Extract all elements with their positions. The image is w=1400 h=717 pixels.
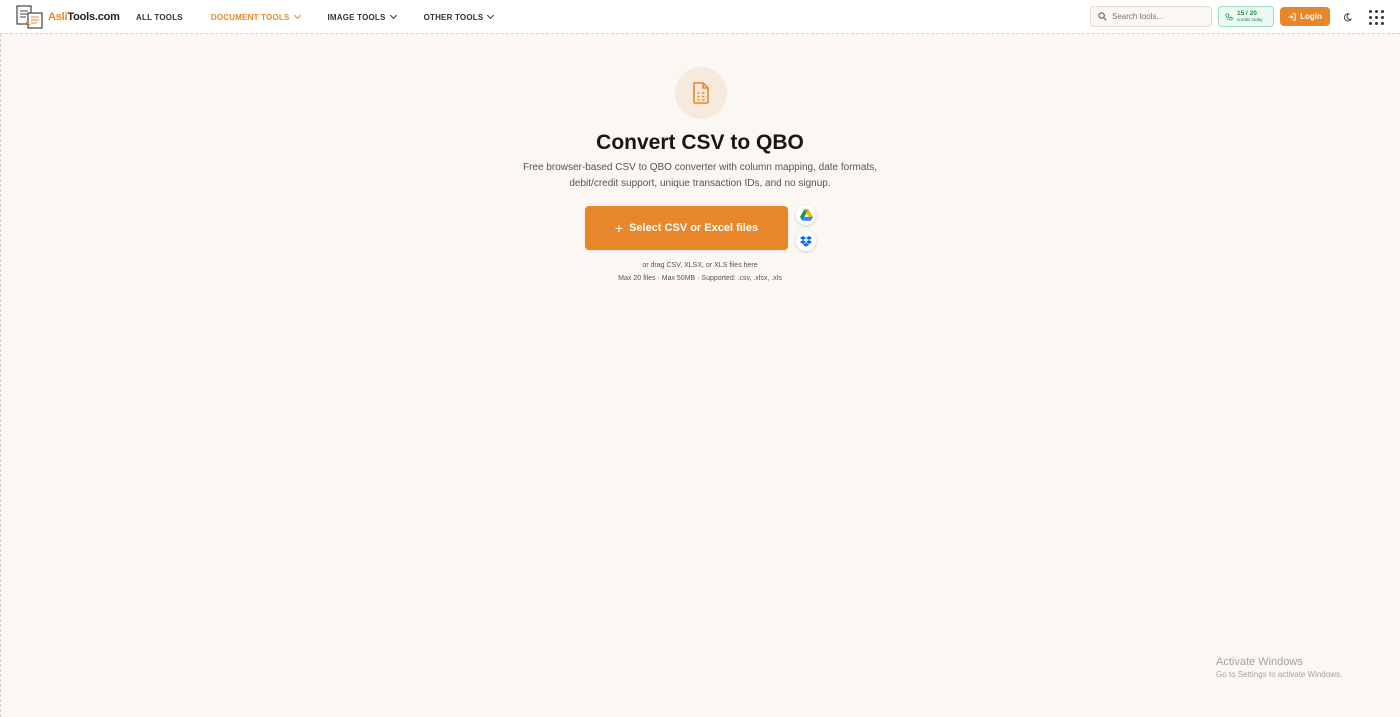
grid-dot	[1374, 15, 1378, 19]
top-header: AsliTools.com ALL TOOLS DOCUMENT TOOLS I…	[0, 0, 1400, 34]
nav-all-tools[interactable]: ALL TOOLS	[136, 13, 183, 22]
watermark-title: Activate Windows	[1216, 656, 1303, 668]
credits-text: 15 / 20 credits today	[1237, 10, 1263, 23]
logo-icon	[16, 5, 44, 29]
grid-dot	[1380, 9, 1384, 13]
site-logo[interactable]: AsliTools.com	[16, 5, 120, 29]
grid-dot	[1368, 21, 1372, 25]
nav-image-tools[interactable]: IMAGE TOOLS	[327, 11, 397, 22]
plus-icon: +	[614, 220, 624, 236]
document-icon	[693, 82, 709, 104]
chevron-down-icon	[389, 11, 397, 20]
watermark-subtitle: Go to Settings to activate Windows.	[1216, 670, 1343, 679]
page-title: Convert CSV to QBO	[596, 131, 804, 154]
theme-toggle[interactable]	[1338, 8, 1356, 26]
chevron-down-icon	[487, 11, 495, 20]
nav-other-tools[interactable]: OTHER TOOLS	[423, 11, 495, 22]
windows-activation-watermark: Activate Windows Go to Settings to activ…	[1216, 656, 1342, 679]
nav-document-tools[interactable]: DOCUMENT TOOLS	[210, 11, 301, 22]
dropbox-icon	[800, 235, 812, 247]
google-drive-icon	[799, 209, 813, 221]
select-files-button[interactable]: + Select CSV or Excel files	[585, 206, 788, 250]
chevron-down-icon	[293, 11, 301, 20]
nav-label: IMAGE TOOLS	[327, 12, 386, 22]
moon-icon	[1343, 12, 1352, 21]
apps-menu[interactable]	[1367, 8, 1385, 26]
nav-label: DOCUMENT TOOLS	[210, 12, 290, 22]
search-box[interactable]	[1090, 6, 1212, 27]
login-button[interactable]: Login	[1280, 7, 1330, 26]
credits-badge[interactable]: 15 / 20 credits today	[1218, 6, 1274, 27]
google-drive-button[interactable]	[796, 205, 816, 225]
select-files-label: Select CSV or Excel files	[629, 222, 759, 234]
main-nav: ALL TOOLS DOCUMENT TOOLS IMAGE TOOLS OTH…	[136, 0, 521, 34]
file-limits: Max 20 files · Max 50MB · Supported: .cs…	[618, 275, 782, 282]
dropbox-button[interactable]	[796, 231, 816, 251]
grid-dot	[1380, 21, 1384, 25]
login-label: Login	[1300, 12, 1322, 21]
grid-dot	[1374, 9, 1378, 13]
nav-label: ALL TOOLS	[136, 12, 183, 22]
logo-wordmark: AsliTools.com	[48, 11, 120, 23]
search-input[interactable]	[1112, 12, 1202, 21]
nav-label: OTHER TOOLS	[423, 12, 484, 22]
hero-icon-circle	[675, 67, 727, 119]
grid-dot	[1368, 9, 1372, 13]
phone-icon	[1225, 12, 1233, 20]
login-icon	[1288, 12, 1296, 21]
search-icon	[1098, 12, 1107, 21]
grid-dot	[1368, 15, 1372, 19]
grid-dot	[1380, 15, 1384, 19]
credits-sub: credits today	[1237, 17, 1263, 22]
drag-hint: or drag CSV, XLSX, or XLS files here	[642, 262, 758, 269]
grid-dot	[1374, 21, 1378, 25]
page-subtitle: Free browser-based CSV to QBO converter …	[522, 162, 878, 189]
